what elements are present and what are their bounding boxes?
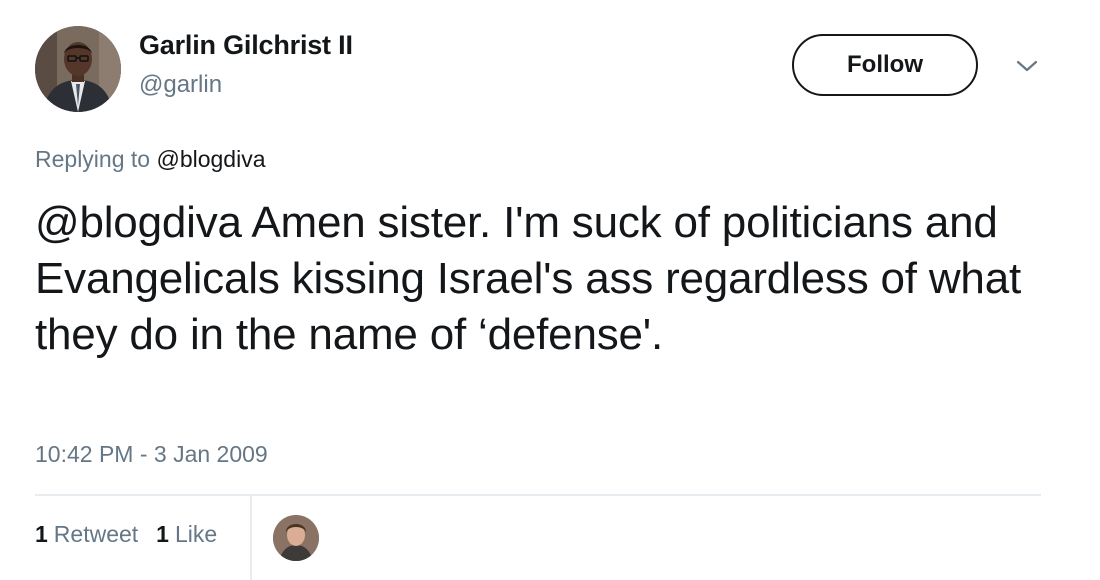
author-name[interactable]: Garlin Gilchrist II xyxy=(139,30,353,61)
chevron-down-icon[interactable] xyxy=(1015,57,1039,75)
retweet-count[interactable]: 1 Retweet xyxy=(35,521,138,548)
retweet-count-number: 1 xyxy=(35,521,48,547)
author-handle[interactable]: @garlin xyxy=(139,71,222,99)
liker-avatar[interactable] xyxy=(273,515,319,561)
like-count-number: 1 xyxy=(156,521,169,547)
reply-mention-link[interactable]: @blogdiva xyxy=(156,146,265,172)
author-avatar[interactable] xyxy=(35,26,121,112)
follow-button[interactable]: Follow xyxy=(792,34,978,96)
stats-divider xyxy=(250,496,252,580)
tweet-stats: 1 Retweet 1 Like xyxy=(35,521,217,548)
like-count[interactable]: 1 Like xyxy=(156,521,217,548)
tweet-timestamp[interactable]: 10:42 PM - 3 Jan 2009 xyxy=(35,441,268,468)
replying-to: Replying to @blogdiva xyxy=(35,146,266,173)
tweet-card: Garlin Gilchrist II @garlin Follow Reply… xyxy=(0,0,1100,580)
tweet-text: @blogdiva Amen sister. I'm suck of polit… xyxy=(35,195,1045,363)
tweet-mention-link[interactable]: @blogdiva xyxy=(35,198,242,247)
divider xyxy=(35,494,1041,496)
replying-to-label: Replying to xyxy=(35,146,151,172)
retweet-count-label: Retweet xyxy=(53,521,139,547)
like-count-label: Like xyxy=(174,521,218,547)
